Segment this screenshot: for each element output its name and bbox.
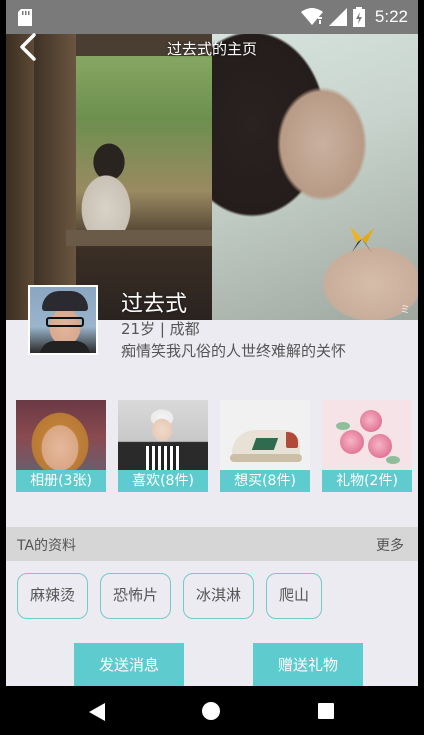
nav-back-icon[interactable] [89, 703, 105, 721]
user-age-city: 21岁 | 成都 [121, 320, 200, 338]
album-tile[interactable]: 相册(3张) [16, 400, 106, 492]
gifts-tile-label: 礼物(2件) [322, 470, 412, 492]
send-message-button[interactable]: 发送消息 [74, 643, 184, 687]
profile-info-header: TA的资料 更多 [6, 527, 418, 561]
clock: 5:22 [374, 7, 408, 26]
wifi-icon [300, 8, 323, 25]
album-tile-label: 相册(3张) [16, 470, 106, 492]
interest-tag[interactable]: 麻辣烫 [17, 573, 89, 619]
send-gift-button[interactable]: 赠送礼物 [253, 643, 363, 687]
sd-card-icon [18, 9, 32, 26]
likes-tile[interactable]: 喜欢(8件) [118, 400, 208, 492]
system-nav-bar [0, 686, 424, 735]
page-title: 过去式的主页 [166, 40, 257, 58]
cover-photo-right [212, 34, 418, 320]
user-bio: 痴情笑我凡俗的人世终难解的关怀 [121, 342, 347, 360]
gifts-tile[interactable]: 礼物(2件) [322, 400, 412, 492]
wishlist-tile[interactable]: 想买(8件) [220, 400, 310, 492]
nav-home-icon[interactable] [202, 702, 220, 720]
profile-tiles: 相册(3张) 喜欢(8件) 想买(8件) 礼物(2件) [16, 400, 416, 492]
cover-photo-left [6, 34, 212, 320]
nav-recent-icon[interactable] [318, 703, 334, 719]
app-screen: ミ 5:22 过去式的主页 过去式 21岁 | 成都 痴情笑我凡俗的人世终难解的… [6, 0, 418, 735]
interest-tag[interactable]: 恐怖片 [100, 573, 172, 619]
wishlist-tile-label: 想买(8件) [220, 470, 310, 492]
likes-tile-label: 喜欢(8件) [118, 470, 208, 492]
user-name: 过去式 [121, 292, 188, 317]
profile-info-title: TA的资料 [17, 538, 77, 554]
butterfly-icon [350, 226, 374, 253]
status-bar: 5:22 [6, 0, 418, 34]
watermark: ミ [400, 305, 410, 316]
interest-tag[interactable]: 爬山 [266, 573, 323, 619]
more-link[interactable]: 更多 [376, 535, 404, 555]
interest-tag[interactable]: 冰淇淋 [183, 573, 255, 619]
cover-photo: ミ [6, 34, 418, 320]
signal-icon [328, 8, 347, 26]
avatar[interactable] [28, 285, 98, 355]
battery-icon [352, 7, 365, 27]
interest-tags: 麻辣烫 恐怖片 冰淇淋 爬山 [17, 573, 323, 619]
